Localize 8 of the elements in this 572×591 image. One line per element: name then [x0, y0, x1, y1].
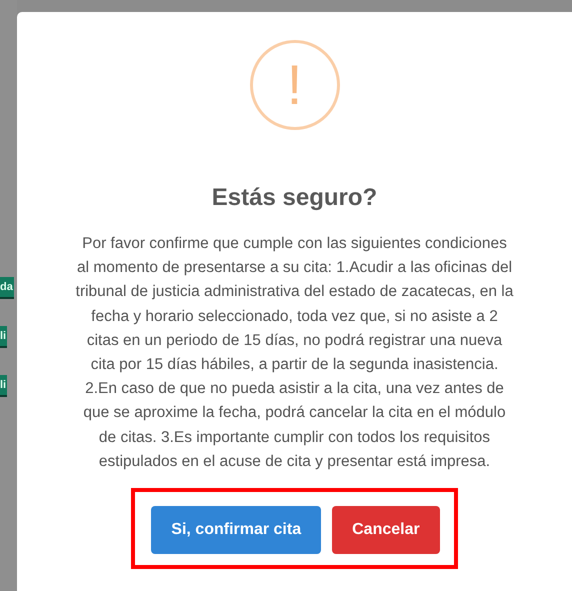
warning-icon: ! — [250, 40, 340, 130]
confirm-button[interactable]: Si, confirmar cita — [151, 506, 322, 554]
background-button[interactable]: li — [0, 326, 8, 348]
dialog-title: Estás seguro? — [212, 184, 378, 212]
dialog-message: Por favor confirme que cumple con las siguientes condiciones al momento de presentarse a su cita: 1.Acudir a las oficinas del tribunal de justicia administrativa del estado de zacatecas, en la fecha y horario seleccionado, toda vez que, si no asiste a 2 citas en un periodo de 15 días, no podrá registrar una nueva cita por 15 días hábiles, a partir de la segunda inasistencia. 2.En caso de que no pueda asistir a la cita, una vez antes de que se aproxime la fecha, podrá cancelar la cita en el módulo de citas. 3.Es importante cumplir con todos los requisitos estipulados en el acuse de cita y presentar está impresa. — [74, 234, 514, 472]
background-button[interactable]: da — [0, 277, 14, 299]
background-button[interactable]: li — [0, 375, 8, 397]
cancel-button[interactable]: Cancelar — [332, 506, 440, 554]
